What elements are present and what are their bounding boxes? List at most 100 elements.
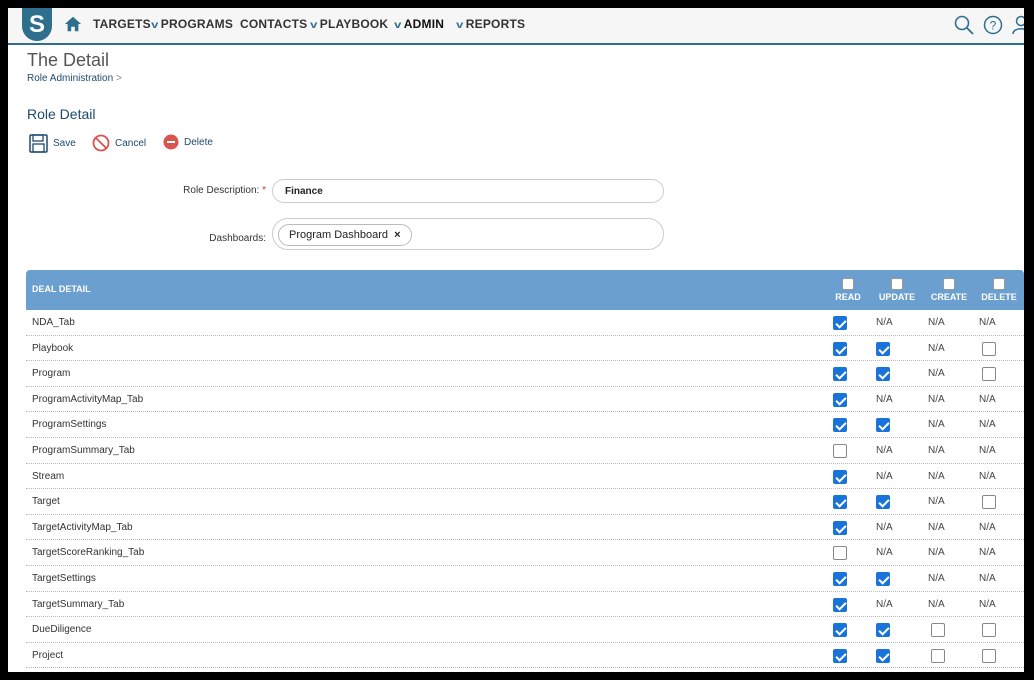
create-na-text: N/A <box>928 317 945 328</box>
update-cell <box>876 418 890 433</box>
delete-na-text: N/A <box>979 598 996 610</box>
row-name: Stream <box>32 470 65 482</box>
table-row: Program N/A <box>26 361 1024 387</box>
delete-checkbox[interactable] <box>982 341 996 356</box>
create-na-text: N/A <box>928 470 945 482</box>
update-na-text: N/A <box>876 598 893 610</box>
create-checkbox[interactable] <box>931 623 945 638</box>
delete-button[interactable]: Delete <box>163 134 213 150</box>
update-na-text: N/A <box>876 445 893 456</box>
delete-na-text: N/A <box>979 393 996 405</box>
delete-cell <box>982 648 996 663</box>
app-logo[interactable]: S <box>22 8 52 41</box>
user-icon[interactable] <box>1011 15 1024 35</box>
cancel-button[interactable]: Cancel <box>92 134 146 152</box>
read-checkbox[interactable] <box>833 392 847 407</box>
delete-label: Delete <box>184 136 213 148</box>
read-cell <box>833 367 847 382</box>
delete-checkbox[interactable] <box>982 623 996 638</box>
select-all-create-checkbox[interactable] <box>943 278 955 290</box>
delete-na-text: N/A <box>979 547 996 559</box>
create-na-text: N/A <box>928 445 945 456</box>
update-checkbox[interactable] <box>876 367 890 382</box>
remove-tag-icon[interactable]: × <box>394 229 400 241</box>
read-checkbox[interactable] <box>833 418 847 433</box>
dashboards-label: Dashboards: <box>209 233 266 244</box>
table-title: DEAL DETAIL <box>32 284 91 294</box>
breadcrumb-separator: > <box>116 73 122 84</box>
update-na-text: N/A <box>876 317 893 328</box>
update-checkbox[interactable] <box>876 572 890 586</box>
search-icon[interactable] <box>954 15 974 35</box>
create-na-text: N/A <box>928 573 945 584</box>
read-checkbox[interactable] <box>833 469 847 484</box>
delete-checkbox[interactable] <box>982 367 996 382</box>
select-all-delete-checkbox[interactable] <box>993 278 1005 290</box>
create-na-text: N/A <box>928 598 945 610</box>
nav-playbook[interactable]: v PLAYBOOK <box>310 17 388 31</box>
update-cell <box>876 648 890 663</box>
read-checkbox[interactable] <box>833 444 847 458</box>
table-row: Target N/A <box>26 489 1024 515</box>
select-all-read-checkbox[interactable] <box>842 278 854 290</box>
read-checkbox[interactable] <box>833 341 847 356</box>
delete-na-text: N/A <box>979 470 996 482</box>
read-cell <box>833 341 847 356</box>
row-name: TargetSummary_Tab <box>32 598 125 610</box>
nav-contacts[interactable]: CONTACTS <box>240 17 307 31</box>
update-checkbox[interactable] <box>876 623 890 638</box>
nav-reports[interactable]: v REPORTS <box>456 17 525 31</box>
read-checkbox[interactable] <box>833 495 847 510</box>
update-checkbox[interactable] <box>876 418 890 433</box>
update-checkbox[interactable] <box>876 648 890 663</box>
read-checkbox[interactable] <box>833 572 847 586</box>
update-cell <box>876 341 890 356</box>
column-read: READ <box>828 278 868 302</box>
read-checkbox[interactable] <box>833 316 847 330</box>
read-checkbox[interactable] <box>833 648 847 663</box>
nav-targets[interactable]: TARGETS <box>93 17 151 31</box>
column-update: UPDATE <box>872 278 922 302</box>
help-icon[interactable]: ? <box>983 15 1003 35</box>
home-icon[interactable] <box>64 15 82 33</box>
table-row: TargetActivityMap_Tab N/A N/A N/A <box>26 515 1024 541</box>
delete-na-text: N/A <box>979 317 996 328</box>
save-button[interactable]: Save <box>29 134 76 153</box>
dashboards-multiselect[interactable]: Program Dashboard × <box>272 218 664 250</box>
update-na-text: N/A <box>876 521 893 533</box>
role-description-input[interactable] <box>272 179 664 203</box>
read-cell <box>833 444 847 458</box>
update-na-text: N/A <box>876 393 893 405</box>
row-name: Program <box>32 368 71 380</box>
create-cell <box>931 648 945 663</box>
dashboard-tag-label: Program Dashboard <box>289 229 389 241</box>
breadcrumb-link[interactable]: Role Administration <box>27 73 113 84</box>
read-checkbox[interactable] <box>833 623 847 638</box>
create-checkbox[interactable] <box>931 648 945 663</box>
delete-checkbox[interactable] <box>982 648 996 663</box>
create-na-text: N/A <box>928 393 945 405</box>
create-na-text: N/A <box>928 496 945 508</box>
read-checkbox[interactable] <box>833 597 847 612</box>
row-name: ProgramSummary_Tab <box>32 445 135 456</box>
select-all-update-checkbox[interactable] <box>891 278 903 290</box>
read-cell <box>833 648 847 663</box>
column-delete: DELETE <box>978 278 1020 302</box>
read-checkbox[interactable] <box>833 546 847 561</box>
update-checkbox[interactable] <box>876 341 890 356</box>
nav-programs[interactable]: v PROGRAMS <box>151 17 233 31</box>
row-name: TargetScoreRanking_Tab <box>32 547 145 559</box>
read-checkbox[interactable] <box>833 367 847 382</box>
nav-admin[interactable]: v ADMIN <box>394 17 444 31</box>
required-marker: * <box>262 185 266 196</box>
cancel-icon <box>92 134 110 152</box>
read-checkbox[interactable] <box>833 520 847 535</box>
row-name: ProgramSettings <box>32 419 107 431</box>
delete-na-text: N/A <box>979 573 996 584</box>
update-checkbox[interactable] <box>876 495 890 510</box>
delete-checkbox[interactable] <box>982 495 996 510</box>
read-cell <box>833 623 847 638</box>
create-na-text: N/A <box>928 368 945 380</box>
table-row: ProgramSettings N/A N/A <box>26 412 1024 438</box>
role-description-label: Role Description: * <box>183 185 266 196</box>
